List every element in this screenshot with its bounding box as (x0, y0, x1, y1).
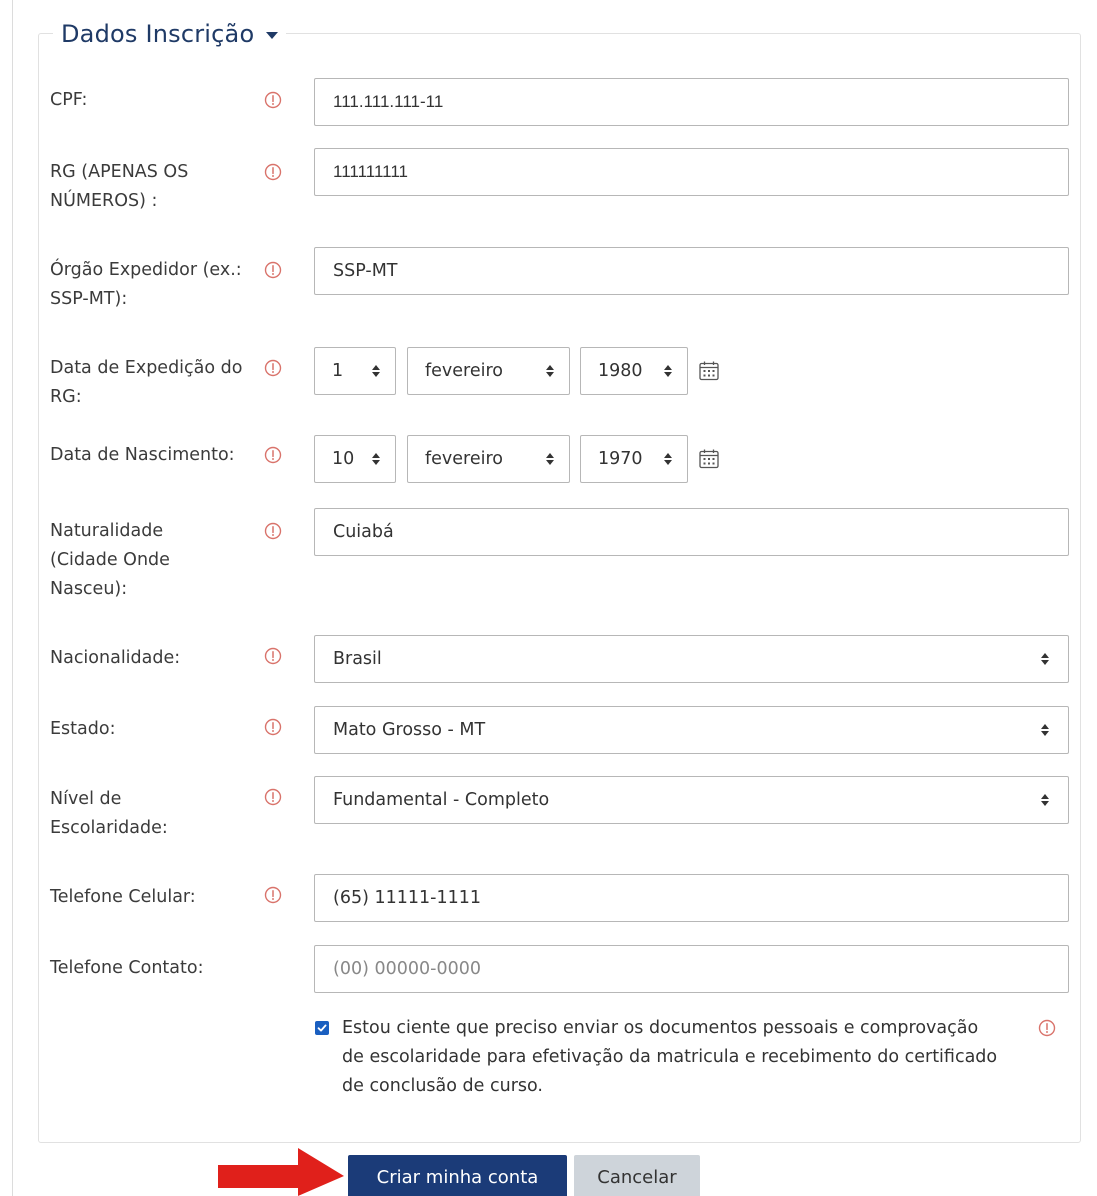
exclamation-circle-icon (264, 446, 282, 464)
sort-icon (1040, 723, 1050, 737)
acknowledgement-checkbox[interactable] (315, 1021, 329, 1035)
checkmark-icon (317, 1024, 327, 1032)
sort-icon (545, 364, 555, 378)
estado-select[interactable]: Mato Grosso - MT (314, 706, 1069, 754)
nascimento-year-select[interactable]: 1970 (580, 435, 688, 483)
sort-icon (1040, 652, 1050, 666)
exclamation-circle-icon (264, 91, 282, 109)
exclamation-circle-icon (264, 647, 282, 665)
sort-icon (545, 452, 555, 466)
orgao-expedidor-label: Órgão Expedidor (ex.: SSP-MT): (50, 260, 242, 309)
telefone-celular-input[interactable] (314, 874, 1069, 922)
nascimento-month-value: fevereiro (425, 449, 504, 469)
exclamation-circle-icon (264, 163, 282, 181)
expedicao-day-select[interactable]: 1 (314, 347, 396, 395)
expedicao-month-value: fevereiro (425, 361, 504, 381)
create-account-button[interactable]: Criar minha conta (348, 1155, 567, 1196)
telefone-contato-input[interactable] (314, 945, 1069, 993)
exclamation-circle-icon (264, 522, 282, 540)
escolaridade-label: Nível de Escolaridade: (50, 789, 168, 838)
orgao-expedidor-input[interactable] (314, 247, 1069, 295)
caret-down-icon (266, 31, 279, 39)
cancel-button[interactable]: Cancelar (574, 1155, 700, 1196)
sort-icon (663, 452, 673, 466)
exclamation-circle-icon (264, 359, 282, 377)
exclamation-circle-icon (264, 261, 282, 279)
estado-label: Estado: (50, 719, 116, 739)
sort-icon (1040, 793, 1050, 807)
estado-value: Mato Grosso - MT (333, 720, 486, 740)
naturalidade-input[interactable] (314, 508, 1069, 556)
data-nascimento-label: Data de Nascimento: (50, 445, 235, 465)
exclamation-circle-icon (264, 718, 282, 736)
cpf-label: CPF: (50, 90, 88, 110)
rg-input[interactable] (314, 148, 1069, 196)
escolaridade-select[interactable]: Fundamental - Completo (314, 776, 1069, 824)
expedicao-year-select[interactable]: 1980 (580, 347, 688, 395)
nacionalidade-value: Brasil (333, 649, 382, 669)
cpf-input[interactable] (314, 78, 1069, 126)
expedicao-year-value: 1980 (598, 361, 643, 381)
naturalidade-label: Naturalidade (Cidade Onde Nasceu): (50, 521, 170, 599)
nacionalidade-label: Nacionalidade: (50, 648, 181, 668)
nascimento-day-value: 10 (332, 449, 355, 469)
escolaridade-value: Fundamental - Completo (333, 790, 550, 810)
sort-icon (371, 364, 381, 378)
calendar-icon[interactable] (698, 360, 720, 382)
rg-label: RG (APENAS OS NÚMEROS) : (50, 162, 189, 211)
nacionalidade-select[interactable]: Brasil (314, 635, 1069, 683)
exclamation-circle-icon (264, 788, 282, 806)
telefone-contato-label: Telefone Contato: (50, 958, 204, 978)
data-expedicao-label: Data de Expedição do RG: (50, 358, 243, 407)
telefone-celular-label: Telefone Celular: (50, 887, 196, 907)
section-title: Dados Inscrição (61, 20, 255, 48)
nascimento-day-select[interactable]: 10 (314, 435, 396, 483)
nascimento-year-value: 1970 (598, 449, 643, 469)
exclamation-circle-icon (264, 886, 282, 904)
expedicao-month-select[interactable]: fevereiro (407, 347, 570, 395)
acknowledgement-text: Estou ciente que preciso enviar os docum… (342, 1018, 998, 1096)
calendar-icon[interactable] (698, 448, 720, 470)
sort-icon (663, 364, 673, 378)
arrow-right-icon (218, 1148, 344, 1196)
page-left-border (12, 0, 13, 1196)
expedicao-day-value: 1 (332, 361, 344, 381)
nascimento-month-select[interactable]: fevereiro (407, 435, 570, 483)
exclamation-circle-icon (1038, 1019, 1056, 1037)
sort-icon (371, 452, 381, 466)
section-toggle[interactable]: Dados Inscrição (53, 14, 287, 54)
